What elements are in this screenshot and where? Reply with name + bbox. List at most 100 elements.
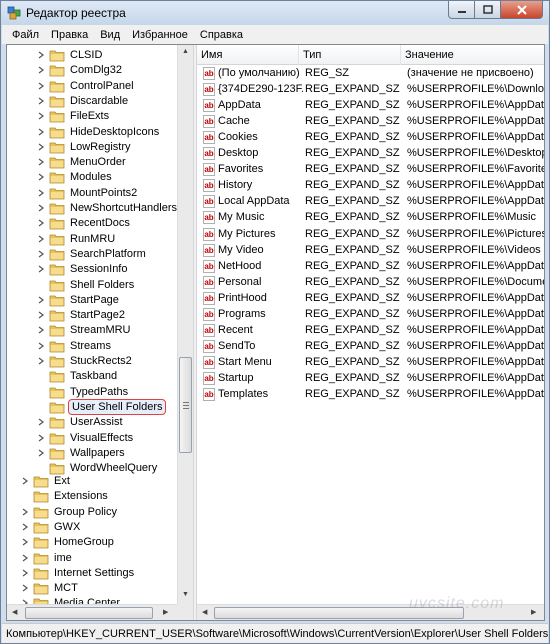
expand-arrow-icon[interactable]	[37, 173, 45, 181]
tree-item[interactable]: Streams	[37, 338, 113, 354]
list-row[interactable]: ab History REG_EXPAND_SZ %USERPROFILE%\AppD…	[197, 178, 544, 194]
list-row[interactable]: ab My Video REG_EXPAND_SZ %USERPROFILE%\Vid…	[197, 243, 544, 259]
menu-file[interactable]: Файл	[6, 29, 45, 41]
expand-arrow-icon[interactable]	[37, 219, 45, 227]
tree-scroll-thumb[interactable]	[179, 357, 192, 453]
scroll-left-icon[interactable]: ◀	[12, 608, 17, 616]
tree-item[interactable]: VisualEffects	[37, 430, 135, 446]
expand-arrow-icon[interactable]	[37, 418, 45, 426]
expand-arrow-icon[interactable]	[21, 538, 29, 546]
list-row[interactable]: ab Favorites REG_EXPAND_SZ %USERPROFILE%\Fa…	[197, 162, 544, 178]
list-row[interactable]: ab Start Menu REG_EXPAND_SZ %USERPROFILE%\A…	[197, 355, 544, 371]
tree-item[interactable]: SessionInfo	[37, 261, 129, 277]
expand-arrow-icon[interactable]	[21, 523, 29, 531]
list-row[interactable]: ab {374DE290-123F... REG_EXPAND_SZ %USERPRO…	[197, 82, 544, 98]
menu-favorites[interactable]: Избранное	[126, 29, 194, 41]
expand-arrow-icon[interactable]	[21, 554, 29, 562]
tree-item[interactable]: NewShortcutHandlers	[37, 200, 179, 216]
expand-arrow-icon[interactable]	[37, 204, 45, 212]
scroll-left-icon[interactable]: ◀	[202, 608, 207, 616]
tree-item[interactable]: MountPoints2	[37, 185, 139, 201]
list-row[interactable]: ab Recent REG_EXPAND_SZ %USERPROFILE%\AppDa…	[197, 323, 544, 339]
tree-item[interactable]: MCT	[21, 580, 80, 596]
expand-arrow-icon[interactable]	[21, 508, 29, 516]
tree-item[interactable]: Extensions	[21, 488, 110, 504]
expand-arrow-icon[interactable]	[21, 477, 29, 485]
menu-edit[interactable]: Правка	[45, 29, 94, 41]
tree-item[interactable]: ComDlg32	[37, 62, 124, 78]
tree-item[interactable]: User Shell Folders	[37, 399, 167, 415]
list-row[interactable]: ab Local AppData REG_EXPAND_SZ %USERPROFILE…	[197, 194, 544, 210]
tree-item[interactable]: MenuOrder	[37, 154, 128, 170]
list-row[interactable]: ab AppData REG_EXPAND_SZ %USERPROFILE%\AppD…	[197, 98, 544, 114]
expand-arrow-icon[interactable]	[37, 112, 45, 120]
tree-item[interactable]: TypedPaths	[37, 384, 130, 400]
column-name-header[interactable]: Имя	[197, 45, 299, 65]
expand-arrow-icon[interactable]	[37, 51, 45, 59]
tree-item[interactable]: Modules	[37, 169, 114, 185]
list-row[interactable]: ab Desktop REG_EXPAND_SZ %USERPROFILE%\Desk…	[197, 146, 544, 162]
tree-item[interactable]: CLSID	[37, 47, 104, 63]
column-type-header[interactable]: Тип	[299, 45, 401, 65]
expand-arrow-icon[interactable]	[37, 66, 45, 74]
minimize-button[interactable]	[448, 1, 474, 19]
scroll-right-icon[interactable]: ▶	[531, 608, 536, 616]
list-row[interactable]: ab PrintHood REG_EXPAND_SZ %USERPROFILE%\Ap…	[197, 291, 544, 307]
expand-arrow-icon[interactable]	[21, 569, 29, 577]
expand-arrow-icon[interactable]	[37, 265, 45, 273]
list-row[interactable]: ab Cache REG_EXPAND_SZ %USERPROFILE%\AppDat…	[197, 114, 544, 130]
tree-item[interactable]: RecentDocs	[37, 215, 132, 231]
list-row[interactable]: ab SendTo REG_EXPAND_SZ %USERPROFILE%\AppDa…	[197, 339, 544, 355]
expand-arrow-icon[interactable]	[37, 158, 45, 166]
expand-arrow-icon[interactable]	[37, 296, 45, 304]
expand-arrow-icon[interactable]	[37, 128, 45, 136]
expand-arrow-icon[interactable]	[37, 97, 45, 105]
expand-arrow-icon[interactable]	[37, 82, 45, 90]
list-row[interactable]: ab Personal REG_EXPAND_SZ %USERPROFILE%\Doc…	[197, 275, 544, 291]
list-row[interactable]: ab Programs REG_EXPAND_SZ %USERPROFILE%\App…	[197, 307, 544, 323]
expand-arrow-icon[interactable]	[37, 357, 45, 365]
scroll-down-icon[interactable]: ▼	[182, 591, 189, 598]
title-bar[interactable]: Редактор реестра	[1, 1, 549, 25]
list-row[interactable]: ab Cookies REG_EXPAND_SZ %USERPROFILE%\AppD…	[197, 130, 544, 146]
tree-item[interactable]: UserAssist	[37, 414, 125, 430]
expand-arrow-icon[interactable]	[37, 326, 45, 334]
tree-item[interactable]: StreamMRU	[37, 322, 133, 338]
tree-item[interactable]: StuckRects2	[37, 353, 134, 369]
list-row[interactable]: ab Templates REG_EXPAND_SZ %USERPROFILE%\Ap…	[197, 387, 544, 403]
expand-arrow-icon[interactable]	[37, 235, 45, 243]
expand-arrow-icon[interactable]	[37, 143, 45, 151]
tree-item[interactable]: Taskband	[37, 368, 119, 384]
list-row[interactable]: ab My Music REG_EXPAND_SZ %USERPROFILE%\Mus…	[197, 210, 544, 226]
menu-help[interactable]: Справка	[194, 29, 249, 41]
expand-arrow-icon[interactable]	[37, 434, 45, 442]
tree-item[interactable]: HomeGroup	[21, 534, 116, 550]
tree-item[interactable]: HideDesktopIcons	[37, 124, 161, 140]
tree-horizontal-scrollbar[interactable]: ◀ ▶	[7, 604, 177, 620]
tree-item[interactable]: Wallpapers	[37, 445, 127, 461]
list-row[interactable]: ab (По умолчанию) REG_SZ (значение не присв…	[197, 66, 544, 82]
tree-item[interactable]: RunMRU	[37, 231, 117, 247]
list-row[interactable]: ab NetHood REG_EXPAND_SZ %USERPROFILE%\AppD…	[197, 259, 544, 275]
close-button[interactable]	[500, 1, 543, 19]
tree-hscroll-thumb[interactable]	[25, 607, 153, 619]
expand-arrow-icon[interactable]	[37, 189, 45, 197]
tree-item[interactable]: Group Policy	[21, 504, 119, 520]
tree-item[interactable]: ControlPanel	[37, 78, 136, 94]
tree-item[interactable]: StartPage2	[37, 307, 127, 323]
tree-item[interactable]: Internet Settings	[21, 565, 136, 581]
tree-item[interactable]: SearchPlatform	[37, 246, 148, 262]
expand-arrow-icon[interactable]	[37, 250, 45, 258]
scroll-right-icon[interactable]: ▶	[163, 608, 168, 616]
expand-arrow-icon[interactable]	[37, 342, 45, 350]
tree-item[interactable]: Discardable	[37, 93, 130, 109]
expand-arrow-icon[interactable]	[37, 449, 45, 457]
list-row[interactable]: ab Startup REG_EXPAND_SZ %USERPROFILE%\AppD…	[197, 371, 544, 387]
tree-item[interactable]: StartPage	[37, 292, 121, 308]
tree-vertical-scrollbar[interactable]: ▲ ▼	[177, 45, 193, 604]
tree-item[interactable]: ime	[21, 550, 74, 566]
tree-item[interactable]: GWX	[21, 519, 82, 535]
expand-arrow-icon[interactable]	[21, 584, 29, 592]
column-value-header[interactable]: Значение	[401, 45, 544, 65]
tree-item[interactable]: LowRegistry	[37, 139, 133, 155]
